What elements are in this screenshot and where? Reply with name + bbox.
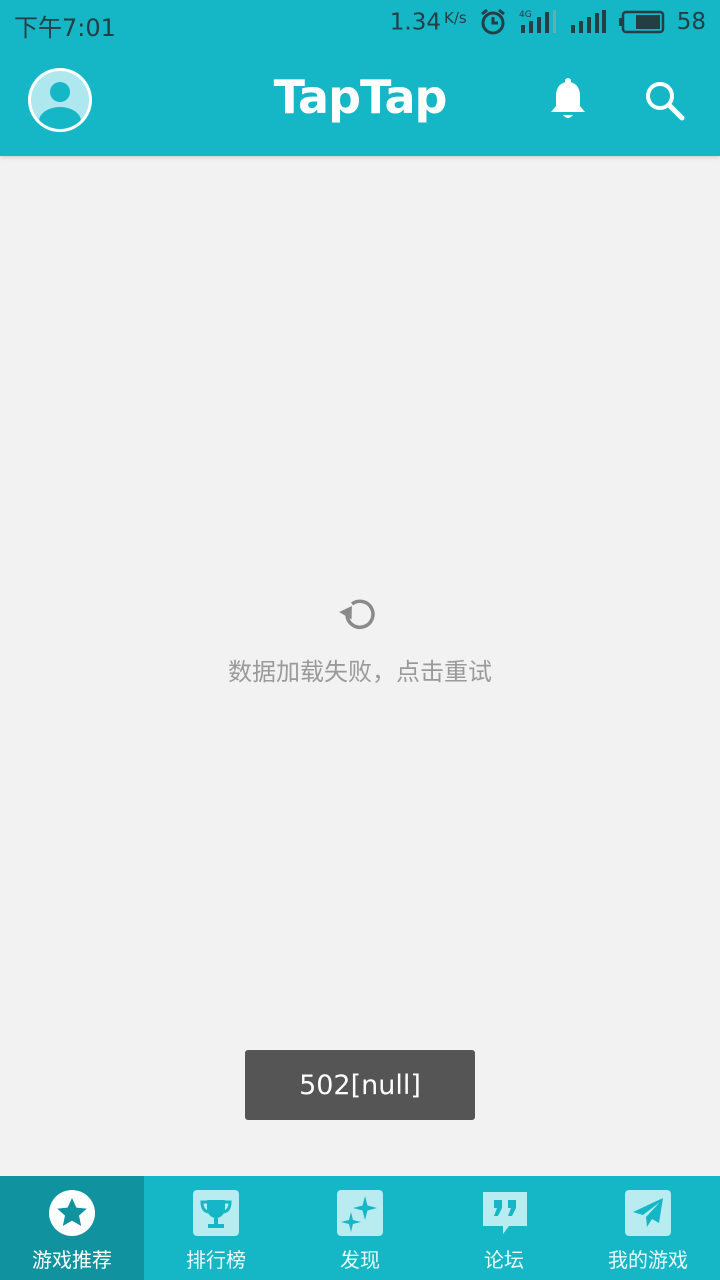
quote-icon bbox=[481, 1190, 527, 1236]
nav-label: 我的游戏 bbox=[608, 1248, 688, 1272]
star-icon bbox=[49, 1190, 95, 1236]
signal-icon bbox=[569, 10, 607, 34]
notification-button[interactable] bbox=[548, 78, 588, 122]
alarm-icon bbox=[479, 8, 507, 36]
search-icon bbox=[642, 82, 686, 126]
svg-text:4G: 4G bbox=[519, 10, 532, 20]
network-speed: 1.34 K/s bbox=[390, 9, 467, 35]
bell-icon bbox=[548, 78, 588, 126]
nav-label: 游戏推荐 bbox=[32, 1248, 112, 1272]
sparkle-icon bbox=[337, 1190, 383, 1236]
status-indicators: 1.34 K/s 4G 58 bbox=[390, 6, 706, 38]
bottom-nav: 游戏推荐 排行榜 发现 论坛 我的游戏 bbox=[0, 1176, 720, 1280]
app-logo: TapTap bbox=[273, 70, 448, 124]
search-button[interactable] bbox=[642, 78, 686, 122]
nav-label: 论坛 bbox=[484, 1248, 524, 1272]
retry-area[interactable]: 数据加载失败，点击重试 bbox=[0, 592, 720, 702]
status-time: 下午7:01 bbox=[14, 14, 116, 42]
nav-item-ranking[interactable]: 排行榜 bbox=[144, 1176, 288, 1280]
paper-plane-icon bbox=[625, 1190, 671, 1236]
nav-item-discover[interactable]: 发现 bbox=[288, 1176, 432, 1280]
battery-level: 58 bbox=[676, 9, 706, 35]
signal-4g-icon: 4G bbox=[519, 9, 557, 35]
network-speed-unit: K/s bbox=[444, 8, 467, 27]
app-bar: TapTap bbox=[0, 44, 720, 156]
nav-item-recommend[interactable]: 游戏推荐 bbox=[0, 1176, 144, 1280]
trophy-icon bbox=[193, 1190, 239, 1236]
nav-label: 发现 bbox=[340, 1248, 380, 1272]
refresh-icon bbox=[337, 592, 383, 638]
nav-item-forum[interactable]: 论坛 bbox=[432, 1176, 576, 1280]
nav-label: 排行榜 bbox=[186, 1248, 246, 1272]
toast-message: 502[null] bbox=[245, 1050, 475, 1120]
battery-icon bbox=[618, 10, 665, 34]
status-bar: 下午7:01 1.34 K/s 4G 58 bbox=[0, 0, 720, 44]
error-message: 数据加载失败，点击重试 bbox=[228, 658, 492, 686]
nav-item-my-games[interactable]: 我的游戏 bbox=[576, 1176, 720, 1280]
network-speed-value: 1.34 bbox=[389, 9, 441, 36]
